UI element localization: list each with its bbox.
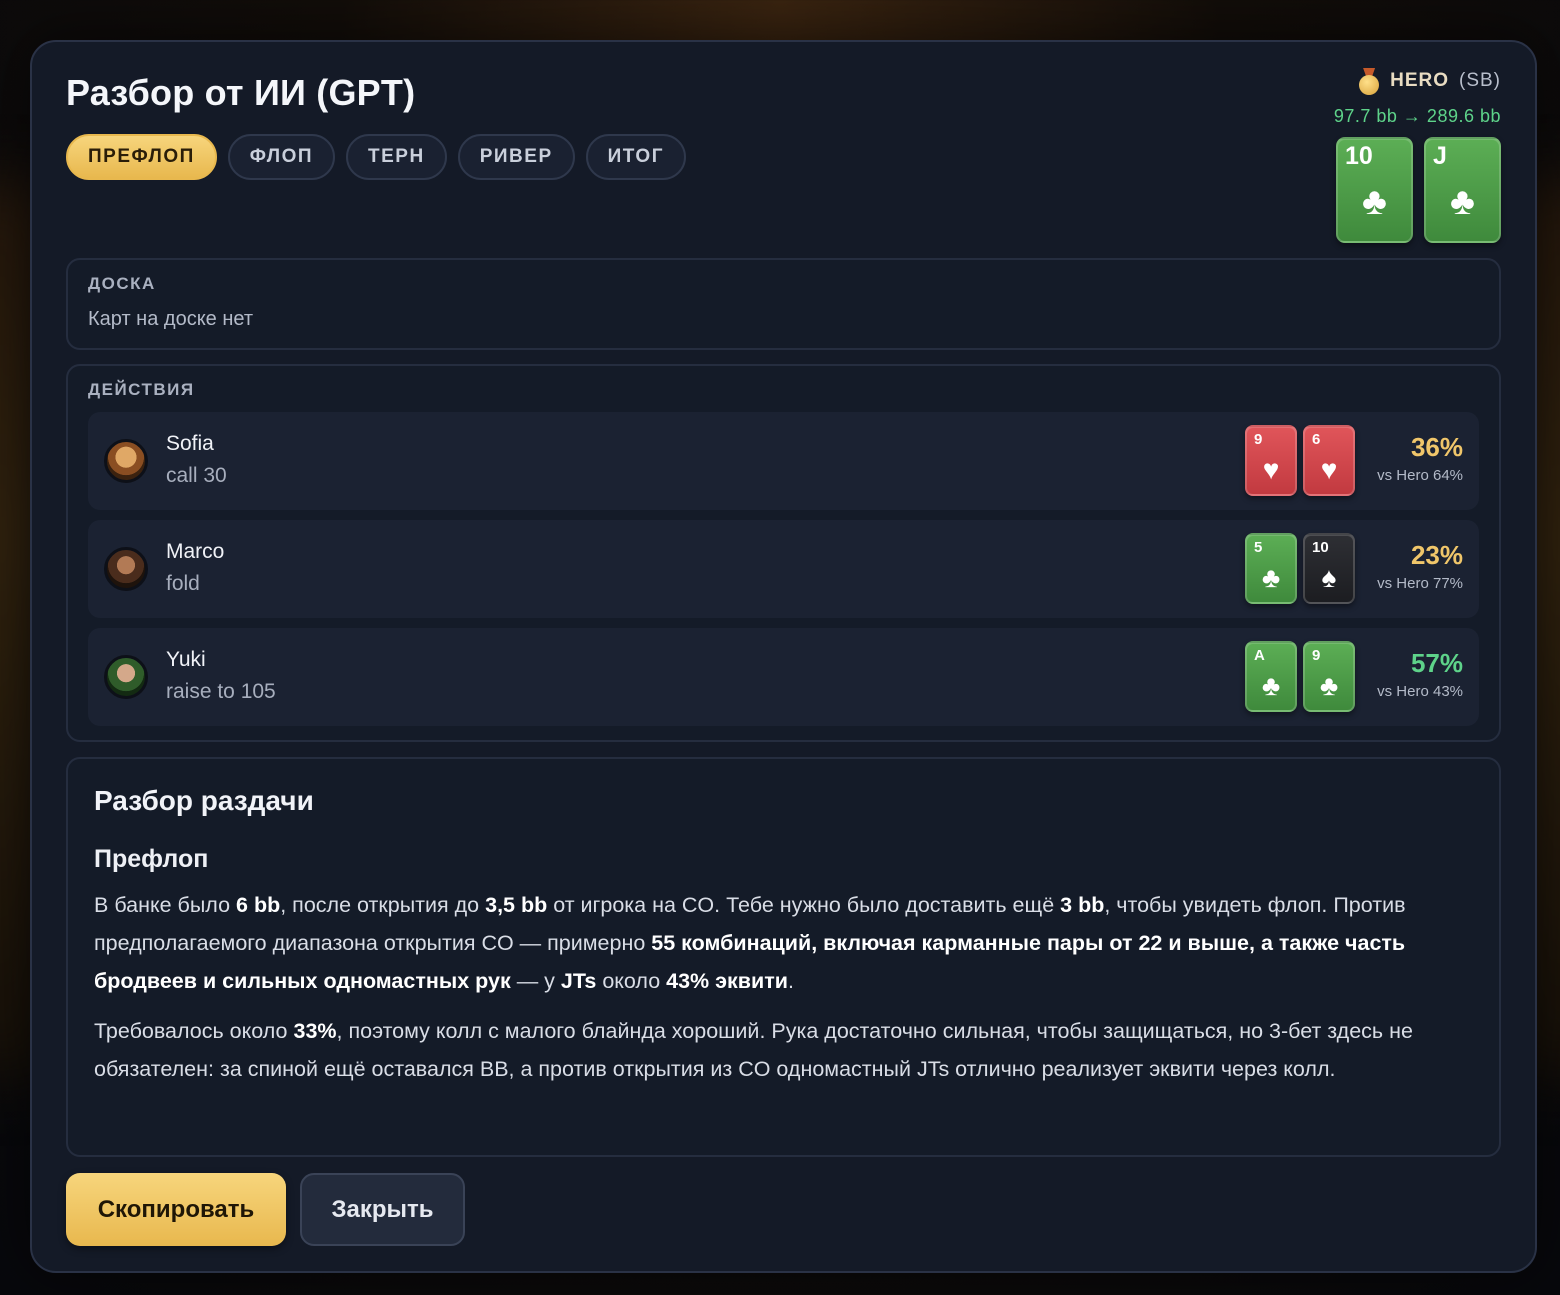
club-icon: ♣ (1261, 670, 1281, 701)
board-empty-text: Карт на доске нет (88, 308, 254, 330)
player-card: 9 ♥ (1245, 425, 1297, 496)
card-rank: 6 (1312, 431, 1321, 448)
player-card: 5 ♣ (1245, 533, 1297, 604)
tab-preflop[interactable]: ПРЕФЛОП (66, 134, 217, 180)
hero-card: J ♣ (1424, 137, 1501, 243)
card-rank: 10 (1312, 539, 1329, 556)
analysis-modal: Разбор от ИИ (GPT) ПРЕФЛОП ФЛОП ТЕРН РИВ… (30, 40, 1537, 1273)
card-rank: A (1254, 647, 1265, 664)
tab-summary[interactable]: ИТОГ (585, 134, 686, 180)
player-card: 6 ♥ (1303, 425, 1355, 496)
street-tabs: ПРЕФЛОП ФЛОП ТЕРН РИВЕР ИТОГ (66, 134, 686, 180)
player-cards: 5 ♣ 10 ♠ (1245, 533, 1355, 604)
equity-vs-hero: vs Hero 64% (1377, 467, 1463, 484)
club-icon: ♣ (1450, 181, 1475, 223)
action-row: Marco fold 5 ♣ 10 ♠ 23% vs Hero 77% (88, 520, 1479, 618)
action-row: Yuki raise to 105 A ♣ 9 ♣ 57% vs Hero 43… (88, 628, 1479, 726)
player-name: Marco (166, 540, 225, 563)
equity: 57% vs Hero 43% (1377, 648, 1463, 700)
player-action: fold (166, 572, 200, 595)
equity-vs-hero: vs Hero 77% (1377, 575, 1463, 592)
analysis-section-title: Префлоп (94, 845, 209, 873)
avatar (104, 439, 148, 483)
actions-panel: ДЕЙСТВИЯ Sofia call 30 9 ♥ 6 ♥ 36% vs He… (66, 364, 1501, 742)
player-cards: A ♣ 9 ♣ (1245, 641, 1355, 712)
analysis-paragraph: Требовалось около 33%, поэтому колл с ма… (94, 1019, 1413, 1081)
player-action: raise to 105 (166, 680, 276, 703)
card-rank: 9 (1254, 431, 1263, 448)
modal-title: Разбор от ИИ (GPT) (66, 72, 416, 113)
hero-stack: 97.7 bb → 289.6 bb (1333, 106, 1501, 126)
analysis-panel: Разбор раздачи Префлоп В банке было 6 bb… (66, 757, 1501, 1157)
copy-button[interactable]: Скопировать (66, 1173, 286, 1246)
avatar (104, 547, 148, 591)
player-cards: 9 ♥ 6 ♥ (1245, 425, 1355, 496)
equity-vs-hero: vs Hero 43% (1377, 683, 1463, 700)
club-icon: ♣ (1319, 670, 1339, 701)
club-icon: ♣ (1261, 562, 1281, 593)
hero-card: 10 ♣ (1336, 137, 1413, 243)
actions-label: ДЕЙСТВИЯ (88, 380, 195, 399)
heart-icon: ♥ (1262, 454, 1280, 485)
equity-percent: 23% (1410, 540, 1463, 570)
hero-cards: 10 ♣ J ♣ (1336, 137, 1501, 243)
card-rank: 10 (1345, 142, 1373, 170)
player-action: call 30 (166, 464, 227, 487)
analysis-title: Разбор раздачи (94, 785, 314, 816)
card-rank: J (1433, 142, 1447, 170)
hero-position: (SB) (1459, 70, 1501, 91)
equity: 36% vs Hero 64% (1377, 432, 1463, 484)
card-rank: 5 (1254, 539, 1263, 556)
spade-icon: ♠ (1321, 562, 1337, 593)
tab-turn[interactable]: ТЕРН (346, 134, 447, 180)
board-panel: ДОСКА Карт на доске нет (66, 258, 1501, 350)
equity-percent: 36% (1410, 432, 1463, 462)
tab-flop[interactable]: ФЛОП (227, 134, 336, 180)
equity-percent: 57% (1410, 648, 1463, 678)
heart-icon: ♥ (1320, 454, 1338, 485)
board-label: ДОСКА (88, 274, 156, 293)
avatar (104, 655, 148, 699)
medal-icon (1358, 68, 1380, 95)
hero-name: HERO (1390, 70, 1449, 91)
player-card: A ♣ (1245, 641, 1297, 712)
tab-river[interactable]: РИВЕР (457, 134, 575, 180)
player-name: Sofia (166, 432, 214, 455)
player-card: 10 ♠ (1303, 533, 1355, 604)
hero-header: HERO (SB) (1358, 68, 1501, 95)
player-name: Yuki (166, 648, 206, 671)
equity: 23% vs Hero 77% (1377, 540, 1463, 592)
analysis-paragraph: В банке было 6 bb, после открытия до 3,5… (94, 893, 1406, 993)
close-button[interactable]: Закрыть (300, 1173, 465, 1246)
club-icon: ♣ (1362, 181, 1387, 223)
card-rank: 9 (1312, 647, 1321, 664)
player-card: 9 ♣ (1303, 641, 1355, 712)
action-row: Sofia call 30 9 ♥ 6 ♥ 36% vs Hero 64% (88, 412, 1479, 510)
